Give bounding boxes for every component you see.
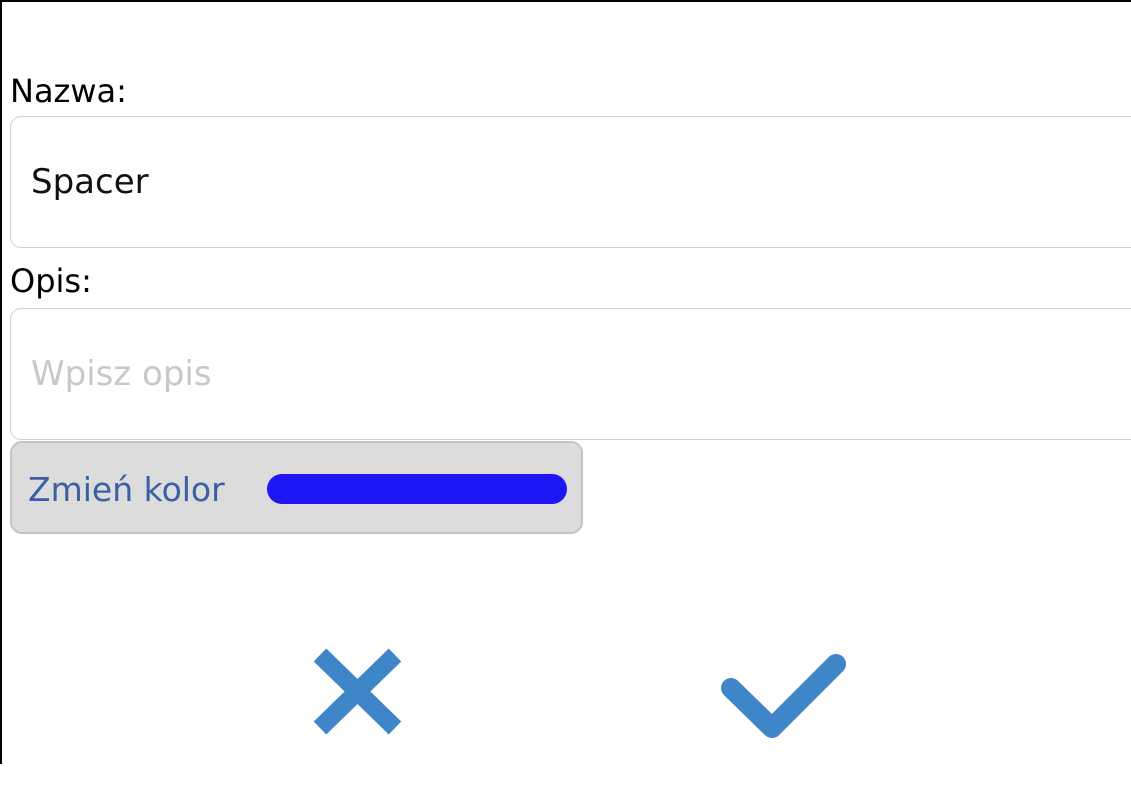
name-input[interactable] <box>10 116 1131 248</box>
description-input[interactable] <box>10 308 1131 440</box>
description-label: Opis: <box>10 262 92 300</box>
close-icon <box>313 648 402 735</box>
change-color-label: Zmień kolor <box>28 470 225 509</box>
cancel-button[interactable] <box>300 640 415 740</box>
checkmark-icon <box>721 654 846 738</box>
color-swatch <box>267 474 567 504</box>
confirm-button[interactable] <box>715 640 855 745</box>
change-color-button[interactable]: Zmień kolor <box>10 441 583 534</box>
name-label: Nazwa: <box>10 72 127 110</box>
